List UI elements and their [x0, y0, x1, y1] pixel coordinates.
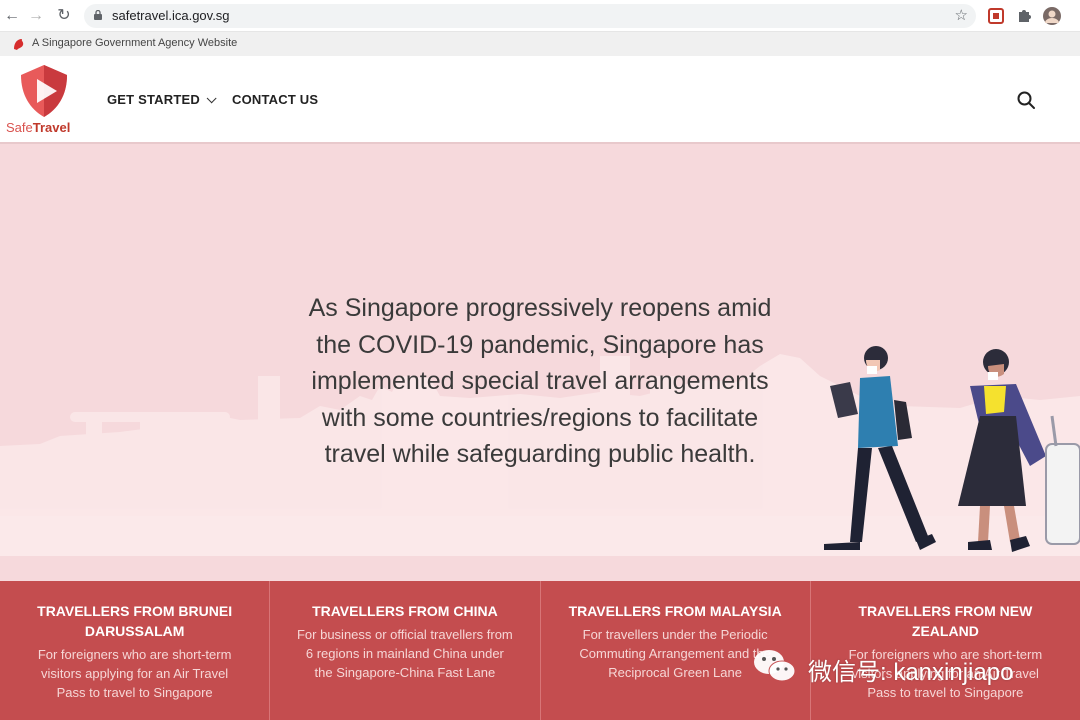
- search-icon[interactable]: [1016, 90, 1036, 110]
- travellers-illustration: [824, 346, 1080, 552]
- card-new-zealand[interactable]: TRAVELLERS FROM NEW ZEALAND For foreigne…: [810, 581, 1080, 720]
- lock-icon: [94, 10, 102, 20]
- government-banner-text: A Singapore Government Agency Website: [32, 37, 238, 49]
- chevron-down-icon: [206, 93, 217, 104]
- hero-message: As Singapore progressively reopens amid …: [308, 294, 772, 468]
- nav-contact-us[interactable]: CONTACT US: [232, 92, 318, 107]
- reload-icon[interactable]: ↻: [54, 6, 74, 26]
- card-description: For foreigners who are short-term visito…: [37, 647, 232, 700]
- bookmark-star-icon[interactable]: ☆: [955, 6, 968, 24]
- wechat-icon: [754, 650, 796, 682]
- address-bar[interactable]: safetravel.ica.gov.sg ☆: [84, 4, 976, 28]
- nav-get-started[interactable]: GET STARTED: [107, 92, 217, 107]
- card-title: TRAVELLERS FROM NEW ZEALAND: [858, 603, 1033, 639]
- hero-section: As Singapore progressively reopens amid …: [0, 146, 1080, 580]
- forward-icon[interactable]: →: [26, 6, 46, 26]
- card-china[interactable]: TRAVELLERS FROM CHINA For business or of…: [270, 581, 541, 720]
- traveller-cards: TRAVELLERS FROM BRUNEI DARUSSALAM For fo…: [0, 581, 1080, 720]
- lion-head-icon: [14, 39, 24, 50]
- safetravel-shield-icon: [21, 65, 67, 117]
- card-title: TRAVELLERS FROM MALAYSIA: [568, 603, 782, 619]
- site-header: SafeTravel GET STARTED CONTACT US: [0, 56, 1080, 144]
- government-banner: A Singapore Government Agency Website: [0, 32, 1080, 56]
- watermark-text: 微信号: kanxinjiapo: [808, 659, 1014, 686]
- back-icon[interactable]: ←: [2, 6, 22, 26]
- card-brunei[interactable]: TRAVELLERS FROM BRUNEI DARUSSALAM For fo…: [0, 581, 271, 720]
- logo-wordmark: SafeTravel: [6, 120, 71, 135]
- url-text: safetravel.ica.gov.sg: [112, 8, 230, 23]
- card-description: For business or official travellers from…: [296, 627, 513, 680]
- card-title: TRAVELLERS FROM BRUNEI DARUSSALAM: [37, 603, 233, 639]
- avatar[interactable]: [1042, 6, 1062, 26]
- puzzle-icon[interactable]: [1014, 6, 1034, 26]
- browser-toolbar: ← → ↻ safetravel.ica.gov.sg ☆: [0, 0, 1080, 32]
- safetravel-logo[interactable]: SafeTravel: [6, 64, 78, 136]
- extension-shield-icon[interactable]: [986, 6, 1006, 26]
- card-title: TRAVELLERS FROM CHINA: [312, 603, 498, 619]
